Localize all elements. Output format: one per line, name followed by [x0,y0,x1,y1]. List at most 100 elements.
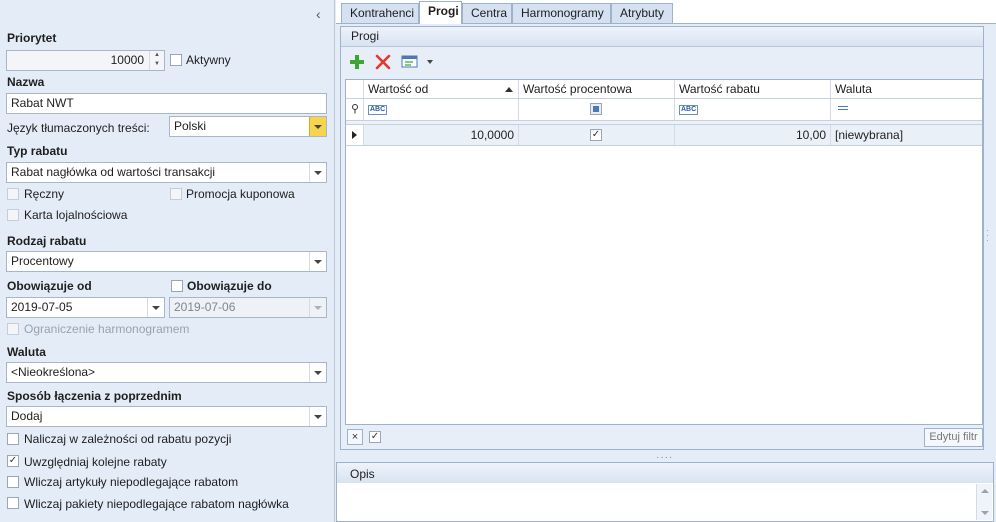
reczny-checkbox[interactable] [7,188,19,200]
row-indicator-header [346,80,364,98]
grid-header: Wartość od Wartość procentowa Wartość ra… [346,80,982,99]
tab-centra[interactable]: Centra [462,3,512,23]
clear-filter-button[interactable]: × [347,429,363,445]
rodzaj-rabatu-label: Rodzaj rabatu [7,234,87,248]
sposob-dropdown-button[interactable] [309,407,326,426]
promocja-checkbox[interactable] [170,188,182,200]
edit-filter-button[interactable]: Edytuj filtr [924,428,983,447]
obowiazuje-do-checkbox[interactable] [171,280,183,292]
equals-icon [838,106,848,110]
rodzaj-rabatu-dropdown-button[interactable] [309,252,326,271]
chevron-down-icon [314,414,322,419]
wliczaj-artykuly-checkbox[interactable] [7,476,19,488]
cell-waluta[interactable]: [niewybrana] [831,125,982,145]
table-row[interactable]: 10,0000 ✓ 10,00 [niewybrana] [346,125,982,146]
grid-view-button[interactable] [401,54,435,70]
cell-waluta-value: [niewybrana] [835,128,904,142]
tab-harmonogramy[interactable]: Harmonogramy [512,3,611,23]
filter-wartosc-od[interactable]: ABC [364,99,519,120]
karta-checkbox[interactable] [7,209,19,221]
cell-wartosc-rabatu[interactable]: 10,00 [675,125,831,145]
cell-wartosc-procentowa[interactable]: ✓ [519,125,675,145]
wartosc-procentowa-checkbox[interactable]: ✓ [590,129,602,141]
progi-group-header [341,27,983,47]
col-wartosc-rabatu-label: Wartość rabatu [679,82,760,96]
tab-atrybuty[interactable]: Atrybuty [611,3,673,23]
priorytet-input[interactable]: 10000 ▲ ▼ [6,50,165,71]
col-wartosc-procentowa[interactable]: Wartość procentowa [519,80,675,98]
priorytet-spin-button[interactable]: ▲ ▼ [149,51,164,70]
grid-view-icon [401,55,433,68]
jezyk-dropdown-button[interactable] [309,117,326,136]
add-button[interactable] [348,53,366,71]
horizontal-splitter[interactable]: ···· [336,452,996,463]
obowiazuje-od-label: Obowiązuje od [7,279,92,293]
waluta-label: Waluta [7,345,46,359]
rodzaj-rabatu-value: Procentowy [11,254,74,268]
uwzgledniaj-label: Uwzględniaj kolejne rabaty [24,455,167,469]
checkmark-icon: ✓ [8,455,18,466]
obowiazuje-od-dropdown-button[interactable] [147,298,164,317]
filter-checkbox[interactable] [590,103,602,115]
jezyk-label: Język tłumaczonych treści: [7,121,150,135]
filter-row: ABC ABC [346,99,982,121]
opis-title: Opis [350,467,375,481]
opis-textarea[interactable] [339,484,976,520]
left-panel: ‹ Priorytet 10000 ▲ ▼ Aktywny Nazwa Rabat… [0,0,335,522]
rodzaj-rabatu-select[interactable]: Procentowy [6,251,327,272]
sposob-value: Dodaj [11,409,43,423]
obowiazuje-od-date[interactable]: 2019-07-05 [6,297,165,318]
scroll-up-icon[interactable] [981,489,989,493]
progi-group-title: Progi [351,29,380,43]
jezyk-select[interactable]: Polski [169,116,327,137]
checkmark-icon: ✓ [370,431,380,442]
opis-scrollbar[interactable] [976,484,992,520]
chevron-down-icon [314,305,322,310]
typ-rabatu-value: Rabat nagłówka od wartości transakcji [11,165,216,179]
col-wartosc-procentowa-label: Wartość procentowa [523,82,632,96]
col-waluta[interactable]: Waluta [831,80,982,98]
obowiazuje-do-dropdown-button[interactable] [309,298,326,317]
ograniczenie-checkbox[interactable] [7,323,19,335]
wliczaj-pakiety-checkbox[interactable] [7,497,19,509]
aktywny-checkbox[interactable] [170,54,182,66]
cell-wartosc-od[interactable]: 10,0000 [364,125,519,145]
filter-indicator [346,99,364,120]
obowiazuje-do-value: 2019-07-06 [174,300,236,314]
obowiazuje-do-label: Obowiązuje do [187,279,272,293]
scroll-down-icon[interactable] [981,511,989,515]
tab-kontrahenci[interactable]: Kontrahenci [341,3,419,23]
ograniczenie-label: Ograniczenie harmonogramem [24,322,190,336]
col-wartosc-od[interactable]: Wartość od [364,80,519,98]
filter-wartosc-rabatu[interactable]: ABC [675,99,831,120]
waluta-dropdown-button[interactable] [309,363,326,382]
delete-button[interactable] [374,53,392,71]
wliczaj-pakiety-label: Wliczaj pakiety niepodlegające rabatom n… [24,497,289,511]
obowiazuje-od-value: 2019-07-05 [11,300,73,314]
collapse-panel-button[interactable]: ‹ [316,6,321,22]
vertical-splitter-grip[interactable]: · · · [986,227,990,246]
priorytet-value: 10000 [110,53,144,67]
filter-wartosc-procentowa[interactable] [519,99,675,120]
row-pointer-icon [352,131,357,139]
tab-progi[interactable]: Progi [419,1,462,24]
plus-icon [350,55,364,69]
filter-enabled-checkbox[interactable]: ✓ [369,431,381,443]
filter-pin-icon [352,104,358,114]
typ-rabatu-select[interactable]: Rabat nagłówka od wartości transakcji [6,162,327,183]
sposob-select[interactable]: Dodaj [6,406,327,427]
filter-waluta[interactable] [831,99,982,120]
naliczaj-checkbox[interactable] [7,433,19,445]
cell-wartosc-rabatu-value: 10,00 [795,128,826,142]
row-indicator [346,125,364,145]
obowiazuje-do-date[interactable]: 2019-07-06 [169,297,327,318]
nazwa-input[interactable]: Rabat NWT [6,93,327,114]
col-wartosc-rabatu[interactable]: Wartość rabatu [675,80,831,98]
wliczaj-artykuly-label: Wliczaj artykuły niepodlegające rabatom [24,475,239,489]
typ-rabatu-dropdown-button[interactable] [309,163,326,182]
uwzgledniaj-checkbox[interactable]: ✓ [7,455,19,467]
waluta-select[interactable]: <Nieokreślona> [6,362,327,383]
delete-x-icon [375,54,391,70]
filter-bar: × ✓ Edytuj filtr [345,427,983,447]
indeterminate-icon [593,106,599,112]
